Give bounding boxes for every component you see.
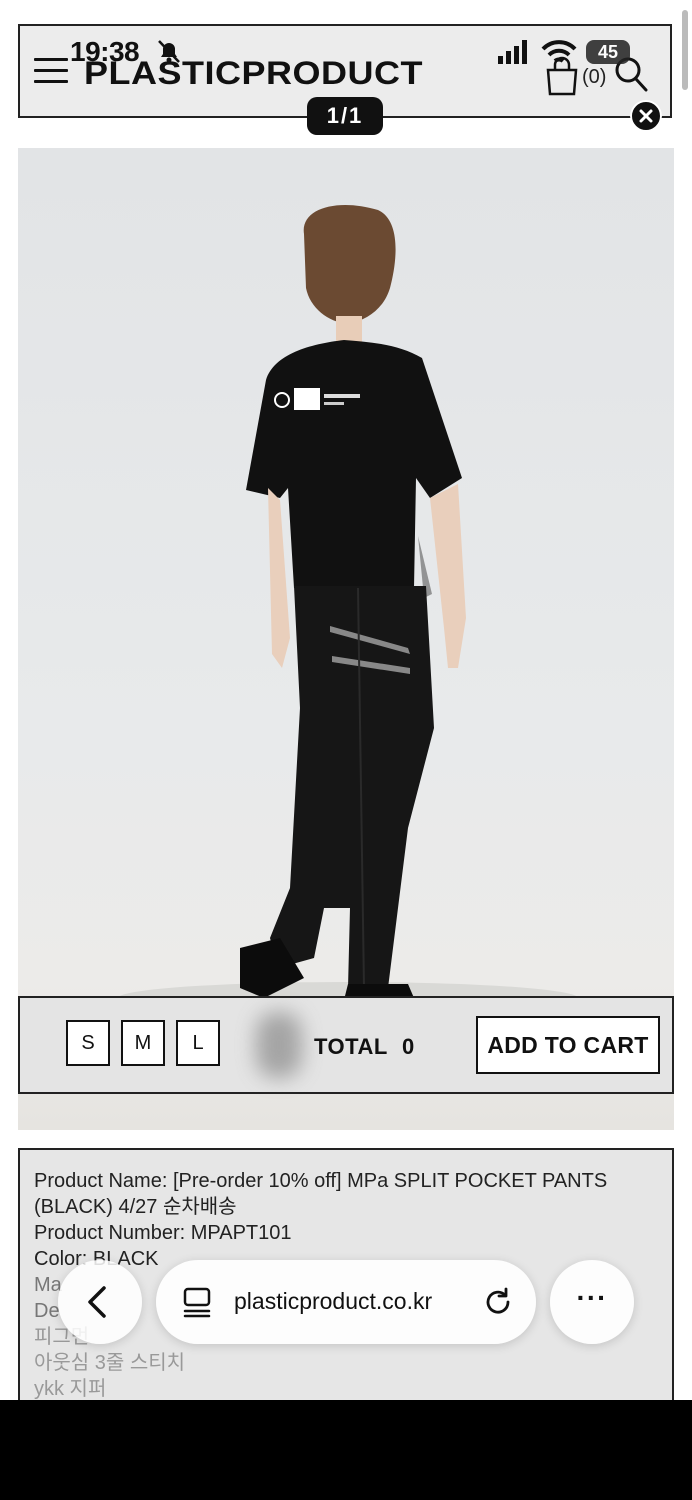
- hamburger-menu-icon[interactable]: [34, 58, 68, 86]
- bottom-bezel: [0, 1400, 692, 1500]
- blurred-overlay: [256, 1012, 302, 1078]
- close-icon[interactable]: [630, 100, 662, 132]
- cell-signal-icon: [498, 40, 527, 64]
- wifi-icon: [541, 40, 577, 63]
- add-to-cart-button[interactable]: ADD TO CART: [476, 1016, 660, 1074]
- purchase-options-bar: S M L TOTAL 0 ADD TO CART: [18, 996, 674, 1094]
- model-figure: [118, 204, 578, 1014]
- product-photo[interactable]: [18, 148, 674, 1130]
- silent-bell-icon: [158, 40, 180, 63]
- size-option-m[interactable]: M: [121, 1020, 165, 1066]
- more-options-button[interactable]: ···: [550, 1260, 634, 1344]
- total-label: TOTAL: [314, 1034, 388, 1059]
- order-total: TOTAL 0: [314, 1034, 415, 1060]
- screen: PLASTICPRODUCT (0) 19:38 45 1/1 S M L TO…: [0, 0, 692, 1400]
- desc-line: Product Number: MPAPT101: [34, 1222, 292, 1244]
- total-value: 0: [402, 1034, 415, 1059]
- desc-line: 아웃심 3줄 스티치: [34, 1352, 186, 1374]
- desc-line: ykk 지퍼: [34, 1378, 107, 1400]
- size-option-s[interactable]: S: [66, 1020, 110, 1066]
- desc-line: Product Name: [Pre-order 10% off] MPa SP…: [34, 1170, 608, 1192]
- url-text[interactable]: plasticproduct.co.kr: [234, 1288, 432, 1315]
- address-bar[interactable]: plasticproduct.co.kr: [156, 1260, 536, 1344]
- browser-back-button[interactable]: [58, 1260, 142, 1344]
- scroll-indicator: [682, 10, 688, 90]
- size-option-l[interactable]: L: [176, 1020, 220, 1066]
- battery-indicator: 45: [586, 40, 630, 64]
- reload-icon[interactable]: [482, 1286, 514, 1318]
- cart-count[interactable]: (0): [582, 66, 606, 89]
- tabs-icon[interactable]: [182, 1286, 212, 1318]
- status-time: 19:38: [70, 36, 140, 67]
- chevron-left-icon: [88, 1286, 106, 1318]
- image-counter: 1/1: [307, 97, 383, 135]
- desc-line: (BLACK) 4/27 순차배송: [34, 1196, 237, 1218]
